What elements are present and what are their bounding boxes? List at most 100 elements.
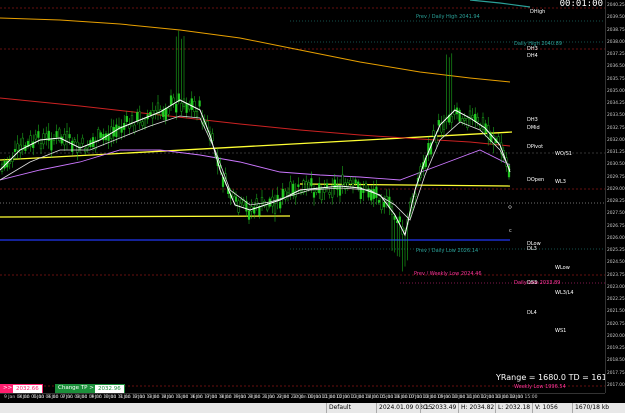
price-tick: 2027.50 bbox=[607, 211, 625, 217]
daily-high-label: Daily High 2040.89 bbox=[514, 41, 562, 47]
candle-body bbox=[39, 143, 43, 150]
status-high: H: 2034.82 bbox=[458, 403, 494, 413]
candle-body bbox=[99, 132, 102, 138]
price-chart[interactable]: c bbox=[0, 0, 605, 393]
candle-body bbox=[130, 115, 134, 123]
candle-body bbox=[195, 111, 199, 117]
candle-body bbox=[185, 102, 188, 113]
candle-body bbox=[383, 202, 386, 208]
candle-body bbox=[164, 107, 167, 120]
price-tick: 2029.00 bbox=[607, 186, 625, 192]
candle-body bbox=[281, 188, 284, 200]
candle-body bbox=[437, 120, 440, 126]
price-tick: 2021.50 bbox=[607, 309, 625, 315]
price-tick: 2020.75 bbox=[607, 321, 625, 327]
candle-body bbox=[198, 100, 201, 107]
price-tick: 2034.25 bbox=[607, 101, 625, 107]
price-tick: 2031.25 bbox=[607, 150, 625, 156]
candle-body bbox=[156, 102, 160, 113]
prev-daily-low-label: Prev / Daily Low 2026.14 bbox=[416, 248, 479, 254]
candle-body bbox=[73, 139, 76, 143]
price-marker-c: c bbox=[509, 228, 512, 234]
ma-teal bbox=[469, 0, 531, 8]
pivot-dpivot: DPivot bbox=[527, 144, 544, 150]
price-tick: 2032.00 bbox=[607, 137, 625, 143]
candle-body bbox=[312, 192, 316, 198]
status-profile: Default bbox=[326, 403, 351, 413]
candle-body bbox=[328, 192, 331, 195]
server-clock: 00:01:00 bbox=[559, 0, 603, 9]
candle-body bbox=[34, 134, 37, 140]
status-low: L: 2032.18 bbox=[495, 403, 530, 413]
candle-body bbox=[128, 124, 131, 129]
candle-body bbox=[377, 200, 381, 203]
pivot-dhigh: DHigh bbox=[530, 9, 546, 15]
price-scale[interactable]: 2040.25 2039.50 2038.75 2038.00 2037.25 2036.… bbox=[605, 0, 625, 393]
price-tick: 2020.00 bbox=[607, 333, 625, 339]
candle-body bbox=[349, 180, 352, 185]
candle-body bbox=[190, 98, 193, 111]
candle-body bbox=[307, 182, 310, 190]
pivot-dh3: DH3 bbox=[527, 46, 538, 52]
candle-body bbox=[338, 185, 342, 196]
price-tick: 2026.75 bbox=[607, 223, 625, 229]
price-tick: 2018.50 bbox=[607, 358, 625, 364]
pivot-wo-s1: WO/S1 bbox=[555, 151, 572, 157]
candle-body bbox=[315, 189, 318, 193]
candle-body bbox=[97, 129, 100, 141]
candle-body bbox=[442, 122, 446, 130]
price-tick: 2019.25 bbox=[607, 346, 625, 352]
candle-body bbox=[16, 143, 19, 151]
candle-body bbox=[336, 184, 339, 190]
price-tick: 2030.50 bbox=[607, 162, 625, 168]
prev-daily-high-label: Prev / Daily High 2041.94 bbox=[416, 14, 480, 20]
candle-body bbox=[172, 97, 175, 104]
pivot-wl3: WL3 bbox=[555, 179, 566, 185]
candle-body bbox=[45, 133, 48, 139]
candle-body bbox=[234, 196, 238, 202]
price-marker-dot bbox=[508, 205, 512, 209]
candle-body bbox=[247, 210, 251, 220]
status-open: O: 2033.49 bbox=[420, 403, 456, 413]
candle-body bbox=[268, 198, 271, 207]
candle-body bbox=[372, 188, 375, 199]
candle-body bbox=[266, 204, 269, 211]
candle-body bbox=[37, 131, 40, 138]
candle-body bbox=[333, 179, 336, 190]
candle-body bbox=[211, 133, 214, 141]
candle-body bbox=[273, 202, 277, 214]
candle-body bbox=[279, 201, 282, 209]
status-volume: V: 1056 bbox=[532, 403, 558, 413]
status-traffic: 1670/18 kb bbox=[572, 403, 609, 413]
candle-body bbox=[305, 181, 308, 190]
price-tick: 2025.25 bbox=[607, 248, 625, 254]
pivot-dl4: DL4 bbox=[527, 310, 537, 316]
pivot-dh4: DH4 bbox=[527, 53, 538, 59]
candle-body bbox=[466, 117, 469, 128]
candle-body bbox=[50, 139, 53, 151]
candle-body bbox=[297, 184, 300, 187]
candle-body bbox=[474, 113, 477, 122]
price-tick: 2035.75 bbox=[607, 76, 625, 82]
price-tick: 2039.50 bbox=[607, 15, 625, 21]
pivot-ws1: WS1 bbox=[555, 328, 567, 334]
candle-body bbox=[289, 181, 292, 194]
price-tick: 2028.25 bbox=[607, 199, 625, 205]
candle-body bbox=[414, 193, 417, 198]
pivot-wl3l4: WL3/L4 bbox=[555, 290, 574, 296]
price-tick: 2017.00 bbox=[607, 383, 625, 388]
candle-body bbox=[450, 115, 453, 123]
candle-body bbox=[461, 118, 464, 123]
pivot-dl3: DL3 bbox=[527, 246, 537, 252]
candle-body bbox=[149, 112, 152, 115]
price-tick: 2040.25 bbox=[607, 3, 625, 8]
ma-orange bbox=[0, 17, 511, 83]
chart-area[interactable]: c Prev / Daily High 2041.94 Daily High 2… bbox=[0, 0, 619, 395]
price-tick: 2035.00 bbox=[607, 88, 625, 94]
candle-body bbox=[141, 121, 144, 126]
candle-body bbox=[341, 174, 344, 186]
candle-body bbox=[354, 179, 357, 184]
candle-body bbox=[302, 180, 305, 193]
candle-body bbox=[351, 183, 355, 187]
candle-body bbox=[240, 199, 243, 204]
